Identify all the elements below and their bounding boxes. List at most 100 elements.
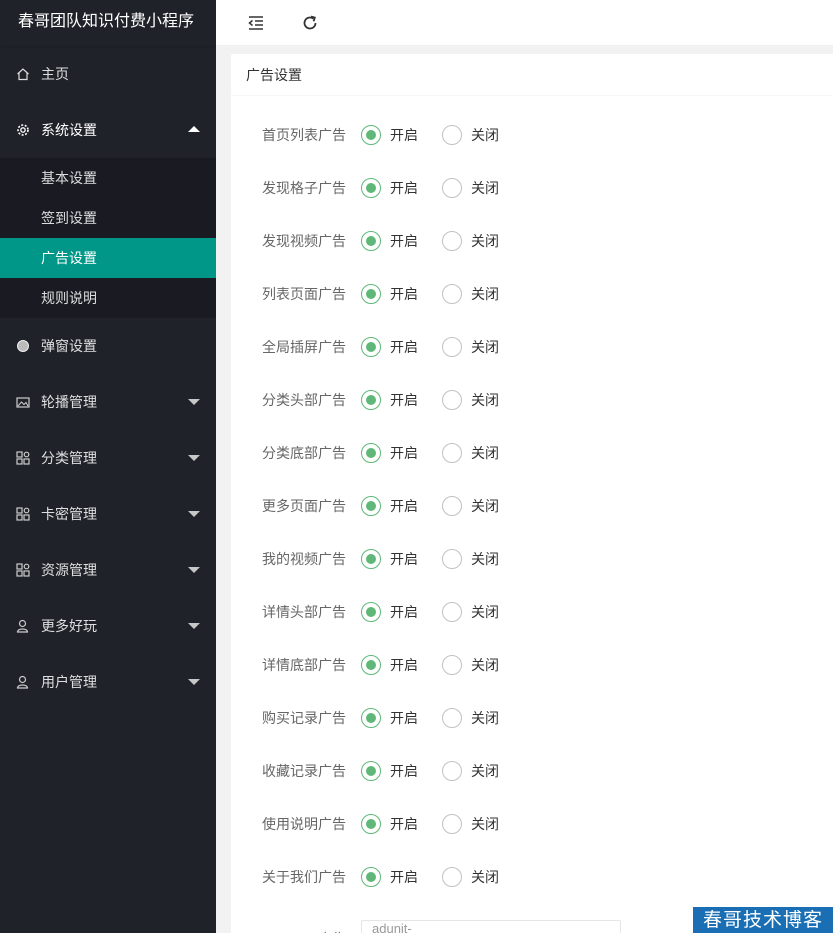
radio-off-label: 关闭	[471, 656, 499, 673]
radio-off[interactable]: 关闭	[442, 548, 499, 569]
radio-on[interactable]: 开启	[361, 230, 418, 251]
radio-on[interactable]: 开启	[361, 283, 418, 304]
radio-circle	[361, 601, 381, 622]
radio-on[interactable]: 开启	[361, 389, 418, 410]
radio-on[interactable]: 开启	[361, 760, 418, 781]
sidebar-item-home[interactable]: 主页	[0, 46, 216, 102]
radio-circle	[442, 336, 462, 357]
radio-circle	[361, 707, 381, 728]
radio-on-label: 开启	[390, 550, 418, 567]
setting-row: 全局插屏广告 开启 关闭	[231, 320, 833, 373]
sidebar-item-label: 资源管理	[41, 562, 97, 578]
radio-circle	[361, 442, 381, 463]
radio-on[interactable]: 开启	[361, 548, 418, 569]
radio-off[interactable]: 关闭	[442, 283, 499, 304]
radio-off[interactable]: 关闭	[442, 601, 499, 622]
radio-circle	[442, 813, 462, 834]
radio-on-label: 开启	[390, 868, 418, 885]
radio-on[interactable]: 开启	[361, 707, 418, 728]
radio-circle	[361, 548, 381, 569]
radio-off-label: 关闭	[471, 179, 499, 196]
radio-circle	[361, 654, 381, 675]
radio-off-label: 关闭	[471, 550, 499, 567]
setting-label: 详情底部广告	[262, 656, 346, 673]
sidebar-item-categories[interactable]: 分类管理	[0, 430, 216, 486]
sidebar: 春哥团队知识付费小程序 主页 系统设置 基本设置 签到设置 广告设置 规则说明 …	[0, 0, 216, 933]
radio-on[interactable]: 开启	[361, 601, 418, 622]
chevron-down-icon	[188, 455, 200, 461]
top-header	[216, 0, 833, 46]
sidebar-subitem-ad-settings[interactable]: 广告设置	[0, 238, 216, 278]
radio-on[interactable]: 开启	[361, 442, 418, 463]
sidebar-item-users[interactable]: 用户管理	[0, 654, 216, 710]
radio-off[interactable]: 关闭	[442, 124, 499, 145]
setting-row: 购买记录广告 开启 关闭	[231, 691, 833, 744]
radio-off-label: 关闭	[471, 126, 499, 143]
radio-off[interactable]: 关闭	[442, 760, 499, 781]
setting-row: 发现格子广告 开启 关闭	[231, 161, 833, 214]
sidebar-item-carousel[interactable]: 轮播管理	[0, 374, 216, 430]
radio-circle	[442, 495, 462, 516]
sidebar-item-more-fun[interactable]: 更多好玩	[0, 598, 216, 654]
radio-off[interactable]: 关闭	[442, 177, 499, 198]
radio-on[interactable]: 开启	[361, 124, 418, 145]
radio-on-label: 开启	[390, 497, 418, 514]
sidebar-item-label: 主页	[41, 66, 69, 82]
radio-on[interactable]: 开启	[361, 336, 418, 357]
radio-off-label: 关闭	[471, 338, 499, 355]
sidebar-item-label: 弹窗设置	[41, 338, 97, 354]
radio-on-label: 开启	[390, 656, 418, 673]
sidebar-subitem-rules[interactable]: 规则说明	[0, 278, 216, 318]
radio-on-label: 开启	[390, 444, 418, 461]
radio-off[interactable]: 关闭	[442, 336, 499, 357]
refresh-icon[interactable]	[299, 12, 321, 34]
setting-label: 发现视频广告	[262, 232, 346, 249]
sidebar-item-popup-settings[interactable]: 弹窗设置	[0, 318, 216, 374]
radio-circle	[361, 389, 381, 410]
sidebar-item-card-keys[interactable]: 卡密管理	[0, 486, 216, 542]
setting-row: 收藏记录广告 开启 关闭	[231, 744, 833, 797]
setting-label: 分类底部广告	[262, 444, 346, 461]
radio-off[interactable]: 关闭	[442, 866, 499, 887]
radio-circle	[442, 230, 462, 251]
chevron-down-icon	[188, 511, 200, 517]
sidebar-item-resources[interactable]: 资源管理	[0, 542, 216, 598]
sidebar-item-system-settings[interactable]: 系统设置	[0, 102, 216, 158]
radio-off[interactable]: 关闭	[442, 230, 499, 251]
setting-row: 详情头部广告 开启 关闭	[231, 585, 833, 638]
banner-input[interactable]: adunit-	[361, 919, 621, 933]
setting-row: 使用说明广告 开启 关闭	[231, 797, 833, 850]
setting-row: 发现视频广告 开启 关闭	[231, 214, 833, 267]
sidebar-item-label: 卡密管理	[41, 506, 97, 522]
sidebar-subitem-basic-settings[interactable]: 基本设置	[0, 158, 216, 198]
radio-on[interactable]: 开启	[361, 866, 418, 887]
radio-circle	[361, 866, 381, 887]
radio-on[interactable]: 开启	[361, 813, 418, 834]
radio-on-label: 开启	[390, 709, 418, 726]
indent-icon[interactable]	[245, 12, 267, 34]
radio-circle	[361, 336, 381, 357]
radio-on[interactable]: 开启	[361, 177, 418, 198]
chevron-down-icon	[188, 567, 200, 573]
setting-row: 列表页面广告 开启 关闭	[231, 267, 833, 320]
radio-on[interactable]: 开启	[361, 495, 418, 516]
radio-off[interactable]: 关闭	[442, 442, 499, 463]
radio-off-label: 关闭	[471, 815, 499, 832]
radio-off[interactable]: 关闭	[442, 495, 499, 516]
radio-off[interactable]: 关闭	[442, 654, 499, 675]
radio-off[interactable]: 关闭	[442, 389, 499, 410]
setting-label: 全局插屏广告	[262, 338, 346, 355]
radio-off[interactable]: 关闭	[442, 813, 499, 834]
user-icon	[16, 675, 30, 689]
sidebar-item-label: 更多好玩	[41, 618, 97, 634]
radio-on-label: 开启	[390, 815, 418, 832]
radio-on[interactable]: 开启	[361, 654, 418, 675]
setting-label: 关于我们广告	[262, 868, 346, 885]
sidebar-subitem-checkin-settings[interactable]: 签到设置	[0, 198, 216, 238]
main-content: 广告设置 首页列表广告 开启 关闭 发现格子广告 开启 关闭 发现视频广告 开启 关闭 列表页面广…	[216, 46, 833, 933]
radio-off[interactable]: 关闭	[442, 707, 499, 728]
radio-on-label: 开启	[390, 391, 418, 408]
radio-off-label: 关闭	[471, 868, 499, 885]
apps-icon	[16, 507, 30, 521]
radio-circle	[442, 177, 462, 198]
